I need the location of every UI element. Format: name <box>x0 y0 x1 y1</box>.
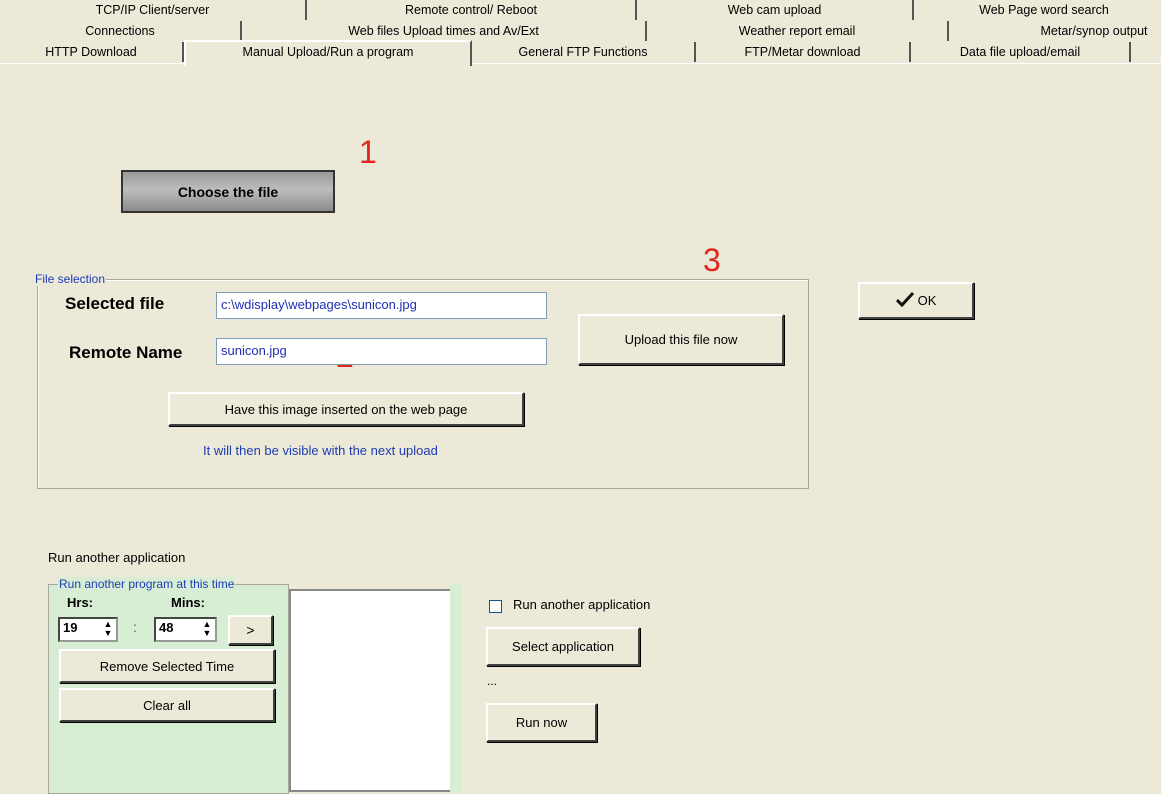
spinner-arrows-icon[interactable]: ▲ ▼ <box>201 620 213 638</box>
run-program-group-right <box>450 584 462 792</box>
annotation-3: 3 <box>703 242 721 278</box>
tab-connections[interactable]: Connections <box>0 21 242 41</box>
add-time-button[interactable]: > <box>228 615 273 645</box>
tab-webcam-upload[interactable]: Web cam upload <box>637 0 914 20</box>
tab-remote-control[interactable]: Remote control/ Reboot <box>307 0 637 20</box>
hrs-spinner[interactable]: 19 ▲ ▼ <box>58 617 118 642</box>
remote-name-label: Remote Name <box>69 343 183 362</box>
hrs-value: 19 <box>63 620 78 635</box>
tab-general-ftp[interactable]: General FTP Functions <box>472 42 696 62</box>
selected-file-label: Selected file <box>65 294 165 313</box>
tab-row-3: HTTP Download Manual Upload/Run a progra… <box>0 40 1161 66</box>
tab-tcpip[interactable]: TCP/IP Client/server <box>0 0 307 20</box>
run-program-legend: Run another program at this time <box>58 577 236 591</box>
insert-image-button[interactable]: Have this image inserted on the web page <box>168 392 524 426</box>
run-app-checkbox[interactable] <box>489 600 502 613</box>
tab-http-download[interactable]: HTTP Download <box>0 42 184 62</box>
tab-metar-synop-output[interactable]: Metar/synop output <box>949 21 1161 41</box>
tab-manual-upload[interactable]: Manual Upload/Run a program <box>184 40 472 66</box>
mins-value: 48 <box>159 620 174 635</box>
selected-application-path: ... <box>487 674 498 688</box>
scheduled-times-list[interactable] <box>289 589 452 792</box>
tab-ftp-metar-download[interactable]: FTP/Metar download <box>696 42 911 62</box>
tab-web-files-upload-times[interactable]: Web files Upload times and Av/Ext <box>242 21 647 41</box>
tab-baseline <box>0 63 1161 64</box>
run-app-title: Run another application <box>48 550 186 565</box>
annotation-1: 1 <box>359 134 377 170</box>
remote-name-field[interactable]: sunicon.jpg <box>216 338 547 365</box>
upload-now-button[interactable]: Upload this file now <box>578 314 784 365</box>
tab-data-file-upload[interactable]: Data file upload/email <box>911 42 1131 62</box>
time-colon: : <box>133 619 137 635</box>
tab-row-1: TCP/IP Client/server Remote control/ Reb… <box>0 0 1161 22</box>
selected-file-field[interactable]: c:\wdisplay\webpages\sunicon.jpg <box>216 292 547 319</box>
select-application-button[interactable]: Select application <box>486 627 640 666</box>
hrs-label: Hrs: <box>67 595 94 610</box>
file-selection-legend: File selection <box>34 272 107 286</box>
clear-all-button[interactable]: Clear all <box>59 688 275 722</box>
checkmark-icon <box>895 291 914 310</box>
ok-label: OK <box>917 293 937 308</box>
remove-selected-time-button[interactable]: Remove Selected Time <box>59 649 275 683</box>
run-now-button[interactable]: Run now <box>486 703 597 742</box>
mins-spinner[interactable]: 48 ▲ ▼ <box>154 617 217 642</box>
next-upload-note: It will then be visible with the next up… <box>203 443 438 458</box>
tab-weather-report-email[interactable]: Weather report email <box>647 21 949 41</box>
tab-web-page-word-search[interactable]: Web Page word search <box>914 0 1161 20</box>
mins-label: Mins: <box>171 595 205 610</box>
choose-file-button[interactable]: Choose the file <box>121 170 335 213</box>
tab-row-2: Connections Web files Upload times and A… <box>0 21 1161 43</box>
spinner-arrows-icon[interactable]: ▲ ▼ <box>102 620 114 638</box>
run-app-checkbox-label: Run another application <box>513 597 651 612</box>
ok-button[interactable]: OK <box>858 282 974 319</box>
